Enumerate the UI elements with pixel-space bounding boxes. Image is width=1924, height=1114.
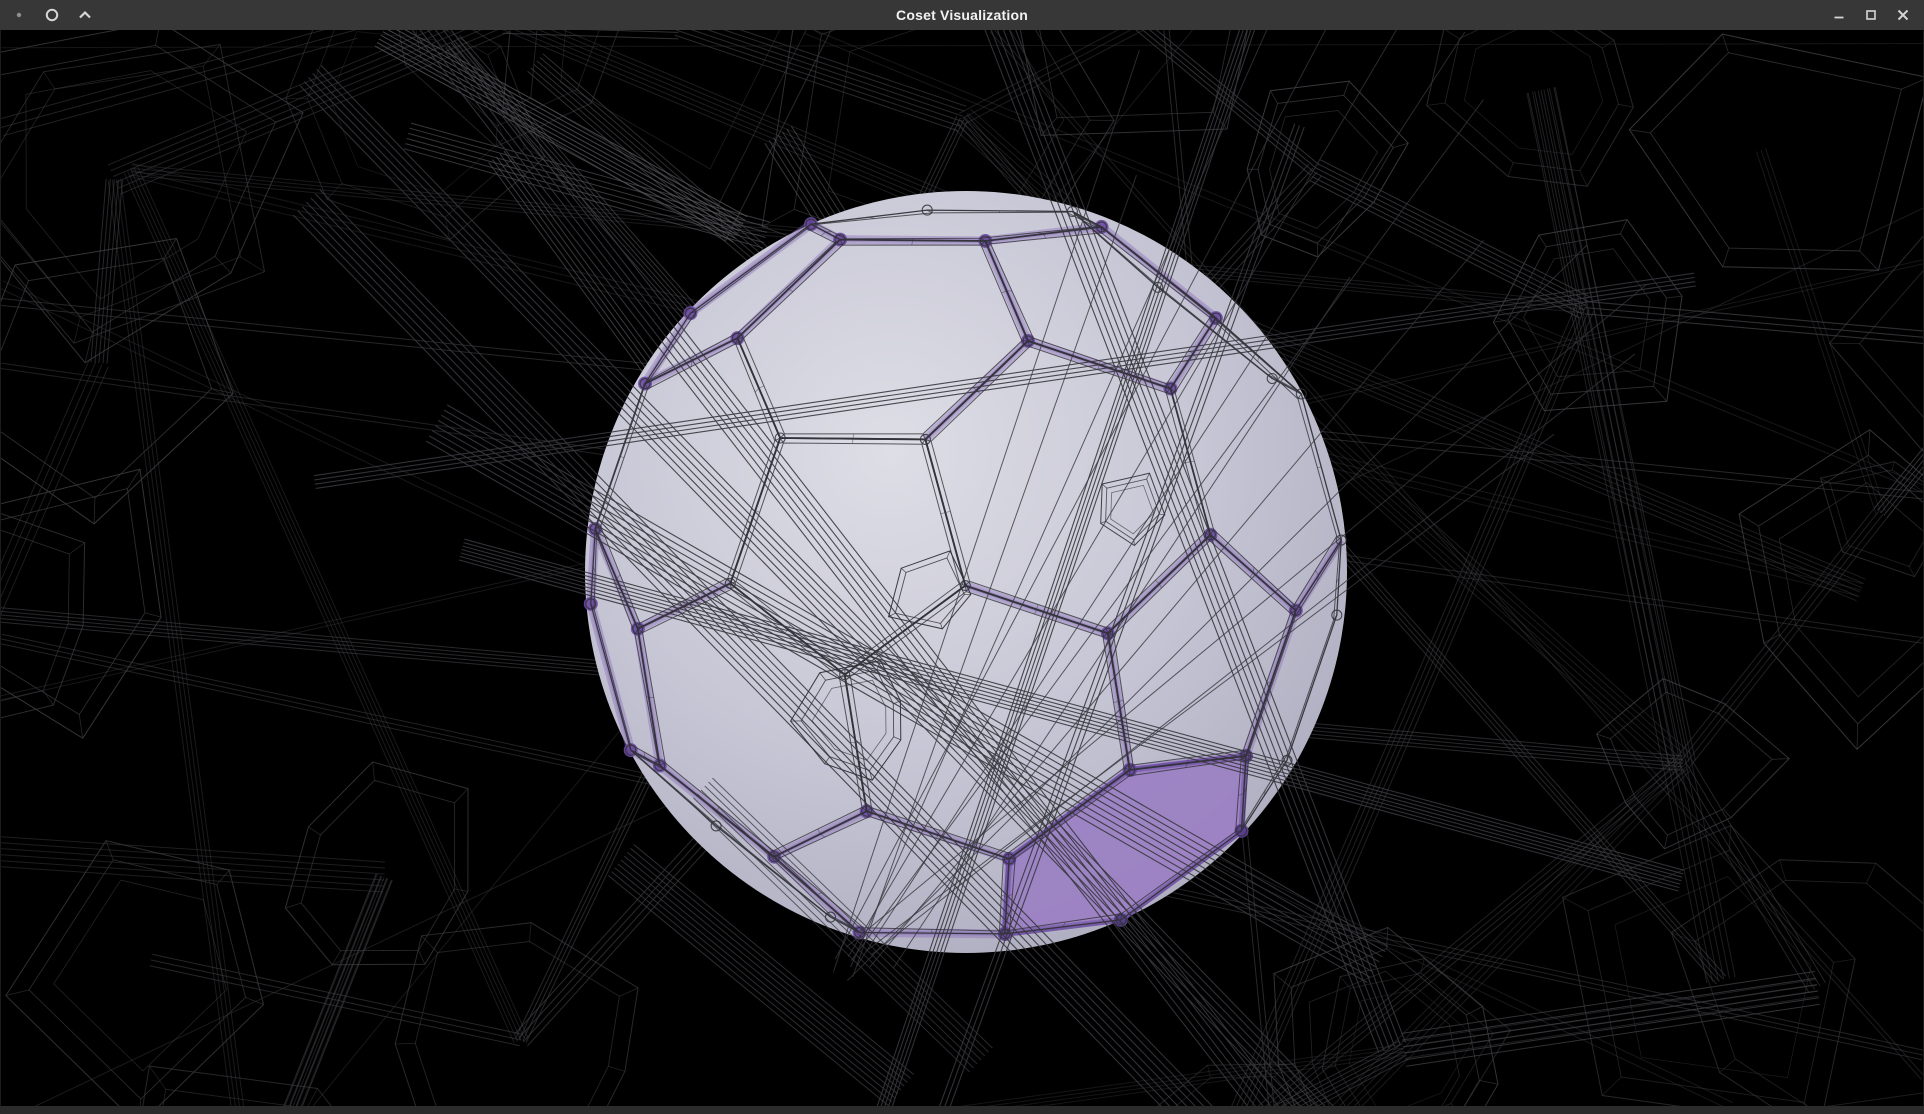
titlebar[interactable]: Coset Visualization [0,0,1924,30]
circle-icon-glyph [44,7,60,23]
close-button[interactable] [1895,7,1911,23]
dot-icon-glyph [11,7,27,23]
close-icon [1896,8,1910,22]
window-controls [1831,7,1924,23]
dot-icon[interactable] [11,7,27,23]
viewport-3d[interactable] [0,30,1924,1106]
coset-3d-scene [1,30,1923,1106]
window-title: Coset Visualization [0,0,1924,30]
maximize-icon [1864,8,1878,22]
minimize-icon [1832,8,1846,22]
app-window: Coset Visualization [0,0,1924,1114]
circle-icon[interactable] [44,7,60,23]
titlebar-left-icons [0,7,93,23]
minimize-button[interactable] [1831,7,1847,23]
caret-up-icon[interactable] [77,7,93,23]
maximize-button[interactable] [1863,7,1879,23]
caret-up-icon-glyph [77,7,93,23]
window-bottom-edge [0,1106,1924,1114]
